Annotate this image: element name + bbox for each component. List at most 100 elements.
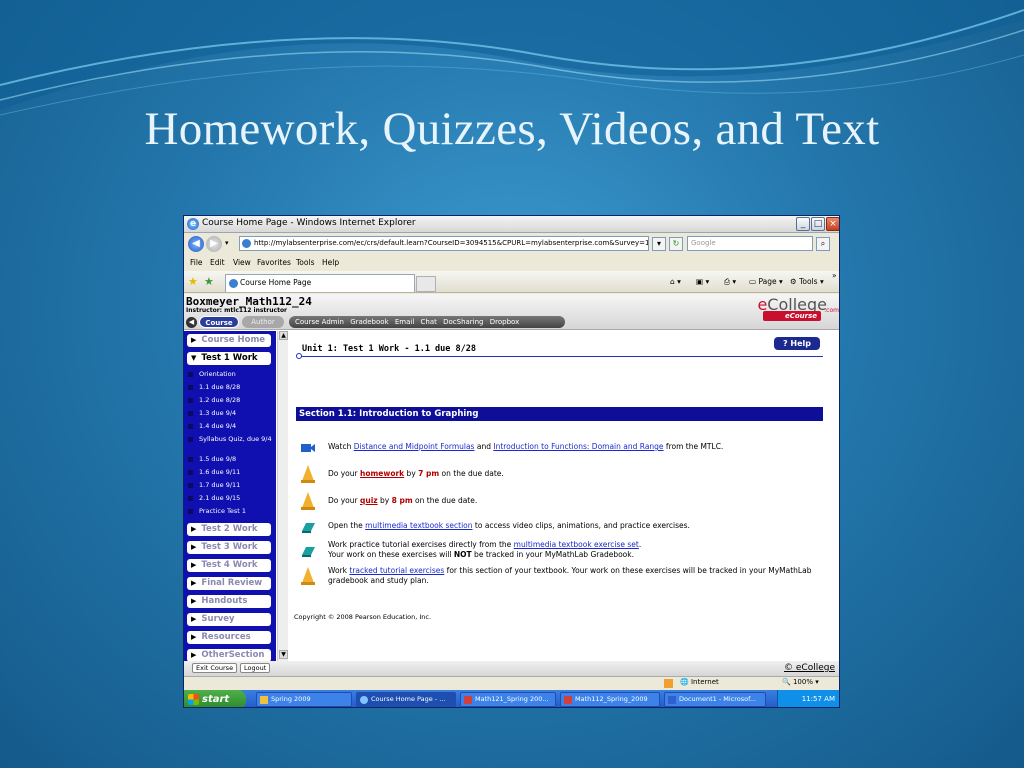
taskbar-item-document1[interactable]: Document1 - Microsof...	[664, 692, 766, 707]
sidebar-test-4-work[interactable]: ▶ Test 4 Work	[187, 559, 271, 572]
minimize-button[interactable]: _	[796, 217, 810, 231]
home-icon[interactable]: ⌂ ▾	[670, 277, 681, 286]
tab-author[interactable]: Author	[242, 316, 284, 328]
tab-dropbox[interactable]: Dropbox	[490, 318, 520, 326]
taskbar-item-spring-2009[interactable]: Spring 2009	[256, 692, 352, 707]
ie-logo-icon: e	[187, 218, 199, 230]
link-multimedia-textbook-section[interactable]: multimedia textbook section	[365, 521, 472, 530]
tab-course-admin[interactable]: Course Admin	[295, 318, 344, 326]
sidebar-test-3-work[interactable]: ▶ Test 3 Work	[187, 541, 271, 554]
unit-title: Unit 1: Test 1 Work - 1.1 due 8/28	[302, 344, 476, 354]
ecollege-copyright-link[interactable]: © eCollege	[784, 663, 835, 673]
list-item-multimedia: Open the multimedia textbook section to …	[300, 519, 820, 535]
refresh-icon[interactable]: ↻	[669, 237, 683, 251]
favorites-star-icon[interactable]: ★	[188, 275, 198, 288]
page-footer: Exit Course Logout © eCollege	[184, 661, 839, 676]
security-icon	[664, 679, 673, 688]
tab-course-home[interactable]: Course Home Page	[225, 274, 415, 292]
sidebar-survey[interactable]: ▶ Survey	[187, 613, 271, 626]
powerpoint-icon	[464, 696, 472, 704]
back-arrow-icon[interactable]: ◀	[188, 236, 204, 252]
sidebar-course-home[interactable]: ▶ Course Home	[187, 334, 271, 347]
video-camera-icon	[301, 444, 315, 452]
menu-file[interactable]: File	[190, 258, 203, 267]
menu-favorites[interactable]: Favorites	[257, 258, 291, 267]
sidebar-item-practice-test-1[interactable]: Practice Test 1	[186, 507, 274, 515]
sidebar-test-2-work[interactable]: ▶ Test 2 Work	[187, 523, 271, 536]
browser-window: e Course Home Page - Windows Internet Ex…	[183, 215, 840, 708]
list-item-videos: Watch Distance and Midpoint Formulas and…	[300, 440, 820, 456]
zoom-level[interactable]: 🔍 100% ▾	[782, 678, 819, 686]
print-icon[interactable]: ⎙ ▾	[724, 277, 736, 287]
close-button[interactable]: ×	[826, 217, 839, 231]
tab-chat[interactable]: Chat	[421, 318, 437, 326]
triangle-right-icon: ▶	[191, 543, 197, 551]
ecollege-dotcom: .com	[824, 307, 839, 314]
menu-tools[interactable]: Tools	[296, 258, 314, 267]
scroll-up-icon[interactable]: ▲	[279, 331, 288, 340]
add-favorite-icon[interactable]: ★	[204, 275, 214, 288]
link-intro-functions[interactable]: Introduction to Functions: Domain and Ra…	[493, 442, 663, 451]
maximize-button[interactable]: □	[811, 217, 825, 231]
feeds-icon[interactable]: ▣ ▾	[696, 277, 709, 286]
sidebar-test-1-work[interactable]: ▼ Test 1 Work	[187, 352, 271, 365]
triangle-right-icon: ▶	[191, 651, 197, 659]
triangle-right-icon: ▶	[191, 615, 197, 623]
tab-docsharing[interactable]: DocSharing	[443, 318, 483, 326]
triangle-right-icon: ▶	[191, 579, 197, 587]
url-dropdown-icon[interactable]: ▾	[652, 237, 666, 251]
help-button[interactable]: ? Help	[774, 337, 820, 350]
triangle-right-icon: ▶	[191, 525, 197, 533]
sidebar-scrollbar[interactable]: ▲ ▼	[277, 331, 288, 661]
sidebar-item-orientation[interactable]: Orientation	[186, 370, 274, 378]
sidebar-final-review[interactable]: ▶ Final Review	[187, 577, 271, 590]
sidebar-item-1-1[interactable]: 1.1 due 8/28	[186, 383, 274, 391]
ecourse-badge: eCourse	[763, 311, 821, 321]
exit-course-button[interactable]: Exit Course	[192, 663, 238, 673]
quiz-cone-icon	[301, 492, 315, 510]
sidebar-resources[interactable]: ▶ Resources	[187, 631, 271, 644]
link-homework[interactable]: homework	[360, 469, 404, 478]
tab-email[interactable]: Email	[395, 318, 414, 326]
list-item-quiz: Do your quiz by 8 pm on the due date.	[300, 491, 820, 511]
history-dropdown-icon[interactable]: ▾	[225, 239, 229, 247]
link-multimedia-exercise-set[interactable]: multimedia textbook exercise set	[514, 540, 639, 549]
taskbar-item-math112[interactable]: Math112_Spring_2009	[560, 692, 660, 707]
link-tracked-tutorial-exercises[interactable]: tracked tutorial exercises	[349, 566, 444, 575]
sidebar-item-1-7[interactable]: 1.7 due 9/11	[186, 481, 274, 489]
chevron-more-icon[interactable]: »	[832, 271, 837, 280]
sidebar-item-2-1[interactable]: 2.1 due 9/15	[186, 494, 274, 502]
tools-menu[interactable]: ⚙ Tools ▾	[790, 277, 824, 286]
sidebar-item-1-4[interactable]: 1.4 due 9/4	[186, 422, 274, 430]
search-icon[interactable]: ⌕	[816, 237, 830, 251]
link-quiz[interactable]: quiz	[360, 496, 378, 505]
triangle-right-icon: ▶	[191, 561, 197, 569]
link-distance-midpoint[interactable]: Distance and Midpoint Formulas	[354, 442, 475, 451]
scroll-down-icon[interactable]: ▼	[279, 650, 288, 659]
start-button[interactable]: start	[184, 690, 246, 707]
sidebar-item-1-2[interactable]: 1.2 due 8/28	[186, 396, 274, 404]
slide-title: Homework, Quizzes, Videos, and Text	[144, 103, 880, 155]
sidebar-handouts[interactable]: ▶ Handouts	[187, 595, 271, 608]
sidebar-item-1-3[interactable]: 1.3 due 9/4	[186, 409, 274, 417]
sidebar-item-syllabus-quiz[interactable]: Syllabus Quiz, due 9/4	[186, 435, 274, 443]
page-menu[interactable]: ▭ Page ▾	[749, 277, 783, 286]
menu-edit[interactable]: Edit	[210, 258, 225, 267]
new-tab-button[interactable]	[416, 276, 436, 292]
sidebar-othersection[interactable]: ▶ OtherSection	[187, 649, 271, 661]
taskbar-item-math121[interactable]: Math121_Spring 200...	[460, 692, 556, 707]
textbook-icon	[302, 547, 315, 557]
sidebar-item-1-6[interactable]: 1.6 due 9/11	[186, 468, 274, 476]
tab-course[interactable]: Course	[199, 316, 239, 328]
forward-arrow-icon[interactable]: ▶	[206, 236, 222, 252]
tab-gradebook[interactable]: Gradebook	[350, 318, 388, 326]
window-titlebar: e Course Home Page - Windows Internet Ex…	[184, 216, 839, 233]
search-input[interactable]: Google	[687, 236, 813, 251]
windows-flag-icon	[188, 694, 199, 705]
sidebar-item-1-5[interactable]: 1.5 due 9/8	[186, 455, 274, 463]
taskbar-item-course-home[interactable]: Course Home Page - ...	[356, 692, 456, 707]
menu-view[interactable]: View	[233, 258, 251, 267]
logout-button[interactable]: Logout	[240, 663, 271, 673]
url-input[interactable]: http://mylabsenterprise.com/ec/crs/defau…	[239, 236, 649, 251]
menu-help[interactable]: Help	[322, 258, 339, 267]
